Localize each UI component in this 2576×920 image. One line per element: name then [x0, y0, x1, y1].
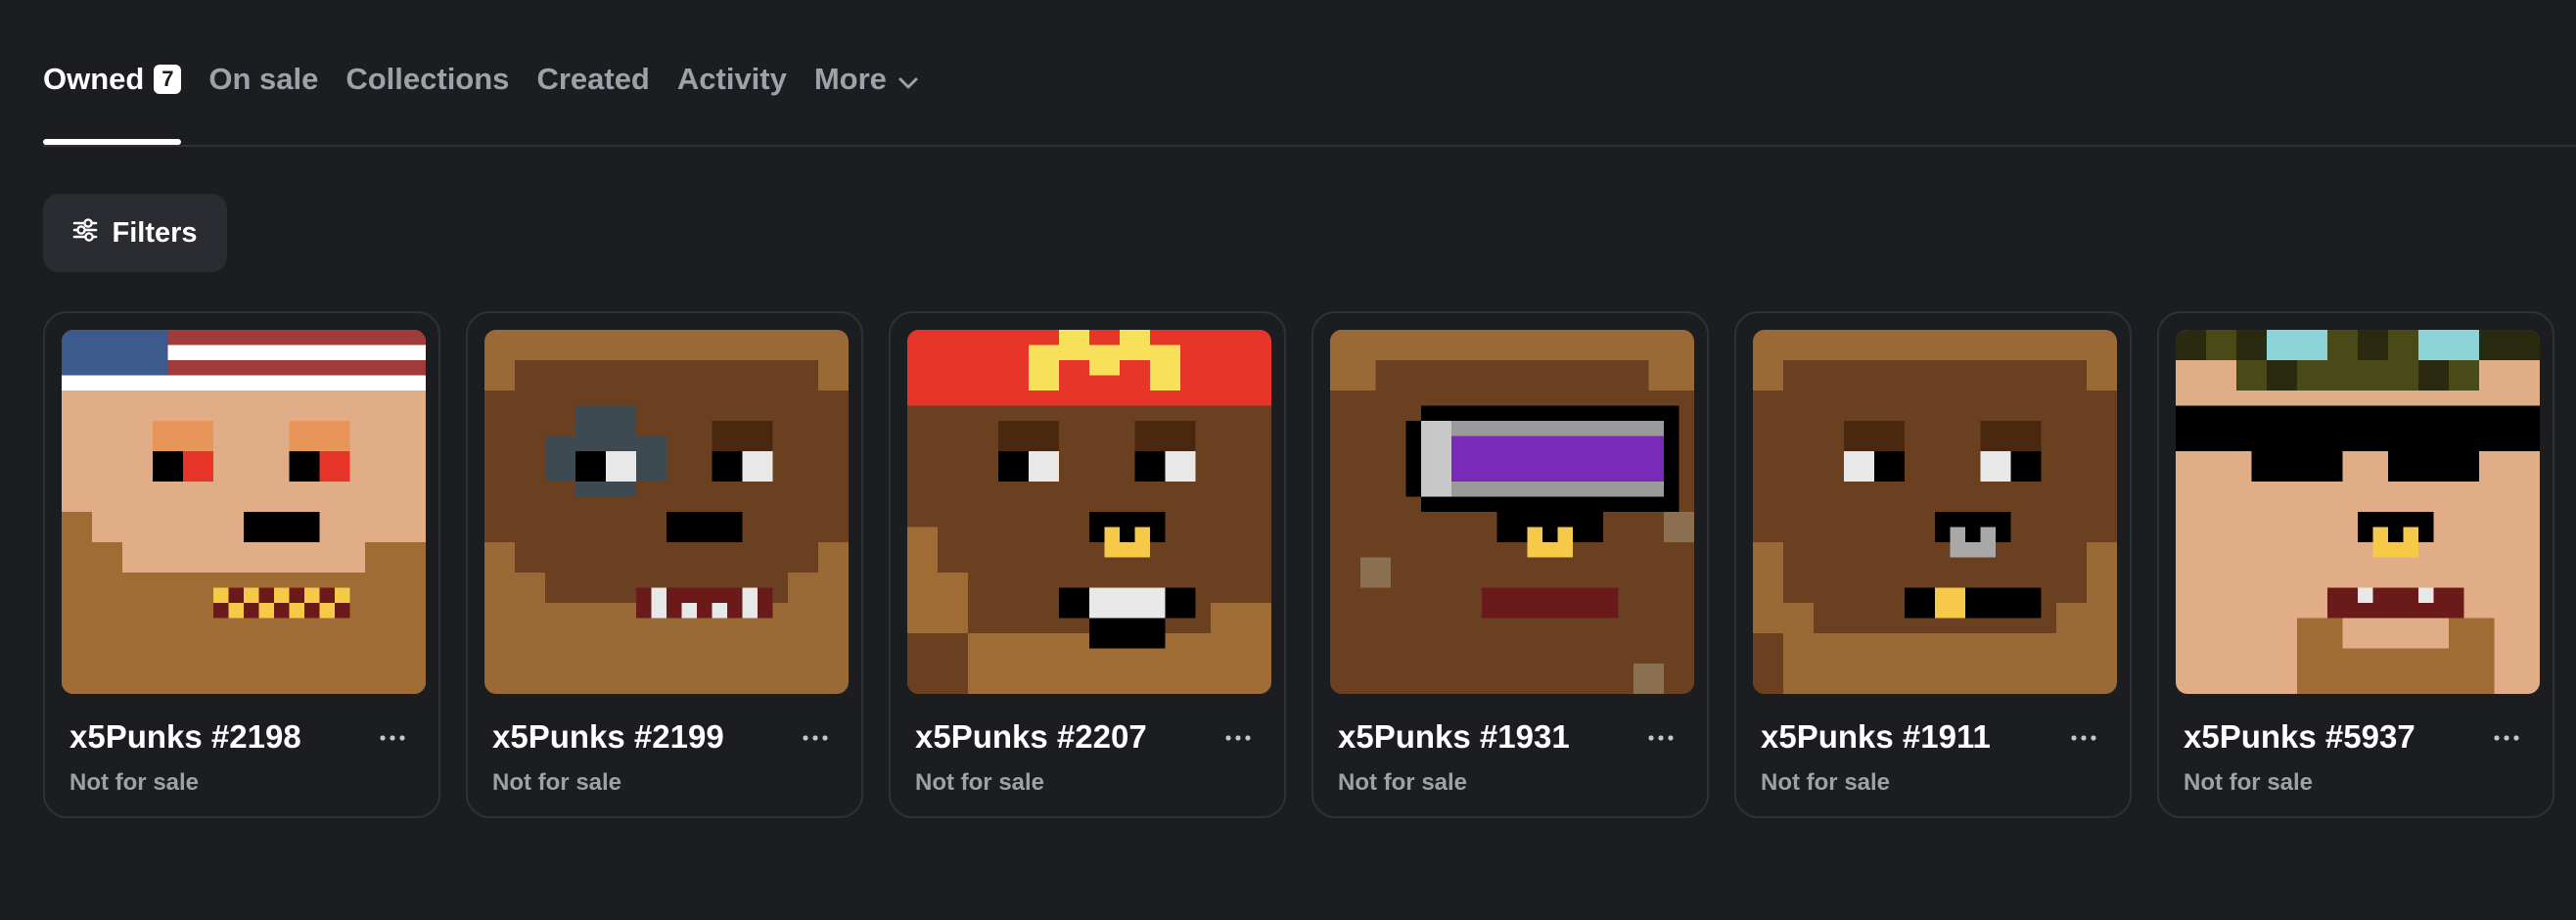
owned-count-badge: 7: [154, 65, 182, 94]
tab-created[interactable]: Created: [536, 59, 649, 143]
nft-image: [2176, 330, 2540, 694]
more-options-icon[interactable]: [376, 724, 409, 752]
nft-card[interactable]: x5Punks #2207 Not for sale: [889, 311, 1286, 818]
tab-on-sale-label: On sale: [208, 62, 319, 96]
filters-label: Filters: [112, 216, 198, 249]
tab-on-sale[interactable]: On sale: [208, 59, 318, 143]
nft-name: x5Punks #5937: [2184, 718, 2415, 755]
sale-status: Not for sale: [915, 769, 1045, 796]
nft-image: [484, 330, 849, 694]
nft-card[interactable]: x5Punks #1911 Not for sale: [1734, 311, 2132, 818]
tab-more[interactable]: More: [814, 59, 918, 143]
nft-image: [1753, 330, 2117, 694]
nft-image: [62, 330, 426, 694]
nft-name: x5Punks #2198: [69, 718, 301, 755]
more-options-icon[interactable]: [2067, 724, 2100, 752]
nft-name: x5Punks #2207: [915, 718, 1147, 755]
nft-card[interactable]: x5Punks #1931 Not for sale: [1311, 311, 1709, 818]
more-options-icon[interactable]: [799, 724, 832, 752]
nft-name: x5Punks #1911: [1761, 718, 1991, 755]
tab-created-label: Created: [536, 62, 650, 96]
nft-image: [907, 330, 1271, 694]
more-options-icon[interactable]: [1221, 724, 1255, 752]
tab-owned[interactable]: Owned 7: [43, 59, 182, 145]
tab-collections[interactable]: Collections: [345, 59, 509, 143]
tab-activity[interactable]: Activity: [677, 59, 787, 143]
tab-more-label: More: [813, 62, 887, 96]
nft-image: [1330, 330, 1694, 694]
nft-card[interactable]: x5Punks #5937 Not for sale: [2157, 311, 2554, 818]
chevron-down-icon: [898, 62, 918, 97]
more-options-icon[interactable]: [2490, 724, 2523, 752]
sale-status: Not for sale: [1338, 769, 1468, 796]
sliders-icon: [72, 217, 98, 250]
sale-status: Not for sale: [492, 769, 622, 796]
more-options-icon[interactable]: [1644, 724, 1678, 752]
filters-button[interactable]: Filters: [43, 194, 227, 272]
tab-collections-label: Collections: [345, 62, 510, 96]
tab-owned-label: Owned: [43, 62, 145, 96]
tab-activity-label: Activity: [676, 62, 787, 96]
nft-name: x5Punks #2199: [492, 718, 724, 755]
profile-tabs: Owned 7 On sale Collections Created Acti…: [43, 59, 2576, 147]
sale-status: Not for sale: [1761, 769, 1891, 796]
sale-status: Not for sale: [2184, 769, 2314, 796]
nft-name: x5Punks #1931: [1338, 718, 1570, 755]
nft-card[interactable]: x5Punks #2198 Not for sale: [43, 311, 440, 818]
nft-card[interactable]: x5Punks #2199 Not for sale: [466, 311, 863, 818]
sale-status: Not for sale: [69, 769, 200, 796]
